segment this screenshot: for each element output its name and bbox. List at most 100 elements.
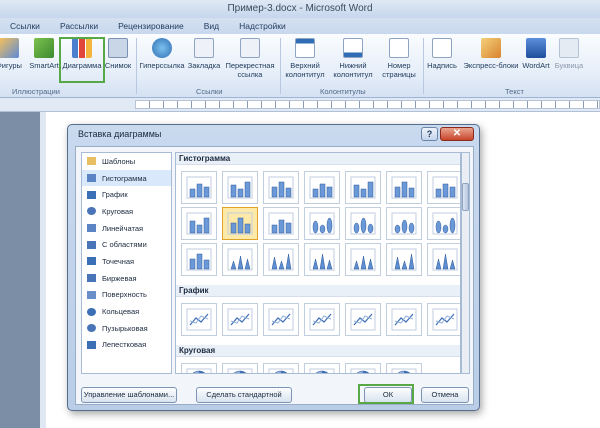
- thumbnail-glyph: [432, 308, 458, 331]
- chart-type-thumbnail[interactable]: [181, 171, 217, 204]
- footer-button[interactable]: Нижний колонтитул: [330, 38, 376, 79]
- page-number-button[interactable]: Номер страницы: [378, 38, 420, 79]
- tab-review[interactable]: Рецензирование: [108, 18, 194, 34]
- thumbnail-glyph: [309, 368, 335, 373]
- close-button[interactable]: ✕: [440, 127, 474, 141]
- screenshot-label: Снимок: [104, 61, 132, 70]
- chart-type-thumbnail[interactable]: [304, 207, 340, 240]
- category-label: График: [102, 190, 128, 200]
- wordart-icon: [526, 38, 546, 58]
- smartart-button[interactable]: SmartArt: [27, 38, 61, 70]
- category-item[interactable]: График: [82, 186, 171, 203]
- chart-type-thumbnail[interactable]: [345, 171, 381, 204]
- chart-type-thumbnail[interactable]: [345, 363, 381, 373]
- group-links: Ссылки: [196, 87, 223, 96]
- category-item[interactable]: Круговая: [82, 203, 171, 220]
- category-label: Круговая: [102, 206, 134, 216]
- wordart-button[interactable]: WordArt: [520, 38, 552, 70]
- category-item[interactable]: Биржевая: [82, 270, 171, 287]
- manage-templates-button[interactable]: Управление шаблонами...: [81, 387, 177, 403]
- chart-type-thumbnail[interactable]: [304, 303, 340, 336]
- chart-type-thumbnail[interactable]: [386, 363, 422, 373]
- header-button[interactable]: Верхний колонтитул: [282, 38, 328, 79]
- cancel-button[interactable]: Отмена: [421, 387, 469, 403]
- scrollbar-thumb[interactable]: [462, 183, 469, 211]
- chart-type-thumbnail[interactable]: [181, 243, 217, 276]
- category-item[interactable]: Лепестковая: [82, 337, 171, 354]
- bar-chart-icon: [87, 224, 96, 233]
- category-item[interactable]: Точечная: [82, 253, 171, 270]
- chart-type-thumbnail[interactable]: [427, 207, 460, 240]
- horizontal-ruler[interactable]: [135, 100, 600, 109]
- chart-type-thumbnail[interactable]: [386, 303, 422, 336]
- tab-addins[interactable]: Надстройки: [229, 18, 296, 34]
- category-label: Линейчатая: [102, 223, 144, 233]
- thumbnail-glyph: [186, 308, 212, 331]
- category-item[interactable]: Шаблоны: [82, 153, 171, 170]
- quickparts-button[interactable]: Экспресс-блоки: [460, 38, 522, 70]
- ok-button[interactable]: ОК: [364, 387, 412, 403]
- category-label: Шаблоны: [102, 156, 136, 166]
- thumbnail-glyph: [309, 176, 335, 199]
- bookmark-icon: [194, 38, 214, 58]
- tab-view[interactable]: Вид: [194, 18, 229, 34]
- chart-type-thumbnail[interactable]: [222, 207, 258, 240]
- category-label: Поверхность: [102, 290, 147, 300]
- chart-type-thumbnail[interactable]: [386, 207, 422, 240]
- shapes-button[interactable]: Фигуры: [0, 38, 24, 70]
- chart-type-thumbnail[interactable]: [222, 303, 258, 336]
- set-default-button[interactable]: Сделать стандартной: [196, 387, 292, 403]
- chart-type-thumbnail[interactable]: [263, 303, 299, 336]
- category-item[interactable]: С областями: [82, 236, 171, 253]
- category-item[interactable]: Поверхность: [82, 287, 171, 304]
- bubble-chart-icon: [87, 324, 96, 333]
- dropcap-button[interactable]: Буквица: [552, 38, 586, 70]
- tab-references[interactable]: Ссылки: [0, 18, 50, 34]
- chart-type-thumbnail[interactable]: [345, 303, 381, 336]
- chart-type-thumbnail[interactable]: [222, 363, 258, 373]
- chart-type-thumbnail[interactable]: [345, 243, 381, 276]
- chart-type-thumbnail[interactable]: [263, 171, 299, 204]
- chart-type-gallery: Гистограмма График Круговая: [175, 152, 461, 374]
- thumbnail-glyph: [432, 212, 458, 235]
- chart-type-thumbnail[interactable]: [181, 303, 217, 336]
- chart-type-thumbnail[interactable]: [263, 243, 299, 276]
- category-item[interactable]: Пузырьковая: [82, 320, 171, 337]
- chart-type-thumbnail[interactable]: [263, 363, 299, 373]
- thumbnail-glyph: [391, 212, 417, 235]
- thumbnail-glyph: [268, 176, 294, 199]
- category-item[interactable]: Линейчатая: [82, 220, 171, 237]
- chart-type-thumbnail[interactable]: [427, 303, 460, 336]
- chart-type-thumbnail[interactable]: [304, 171, 340, 204]
- shapes-icon: [0, 38, 19, 58]
- textbox-button[interactable]: Надпись: [424, 38, 460, 70]
- hyperlink-button[interactable]: Гиперссылка: [138, 38, 186, 70]
- tab-mailings[interactable]: Рассылки: [50, 18, 108, 34]
- chart-button[interactable]: Диаграмма: [61, 38, 103, 70]
- chart-type-thumbnail[interactable]: [386, 243, 422, 276]
- category-item[interactable]: Кольцевая: [82, 303, 171, 320]
- chart-type-thumbnail[interactable]: [181, 363, 217, 373]
- surface-chart-icon: [87, 290, 96, 299]
- chart-type-thumbnail[interactable]: [181, 207, 217, 240]
- chart-type-thumbnail[interactable]: [222, 243, 258, 276]
- chart-type-thumbnail[interactable]: [263, 207, 299, 240]
- category-item[interactable]: Гистограмма: [82, 169, 171, 187]
- chart-type-thumbnail[interactable]: [304, 243, 340, 276]
- chart-type-thumbnail[interactable]: [427, 243, 460, 276]
- bookmark-button[interactable]: Закладка: [186, 38, 222, 70]
- chart-type-thumbnail[interactable]: [427, 171, 460, 204]
- hyperlink-label: Гиперссылка: [139, 61, 185, 70]
- gallery-scrollbar[interactable]: [461, 152, 470, 374]
- chart-type-thumbnail[interactable]: [345, 207, 381, 240]
- gallery-section-header: Гистограмма: [176, 153, 460, 165]
- textbox-icon: [432, 38, 452, 58]
- smartart-label: SmartArt: [29, 61, 59, 70]
- thumbnail-glyph: [432, 176, 458, 199]
- chart-type-thumbnail[interactable]: [222, 171, 258, 204]
- crossref-button[interactable]: Перекрестная ссылка: [222, 38, 278, 79]
- help-button[interactable]: ?: [421, 127, 438, 141]
- chart-type-thumbnail[interactable]: [386, 171, 422, 204]
- chart-type-thumbnail[interactable]: [304, 363, 340, 373]
- screenshot-button[interactable]: Снимок: [104, 38, 132, 70]
